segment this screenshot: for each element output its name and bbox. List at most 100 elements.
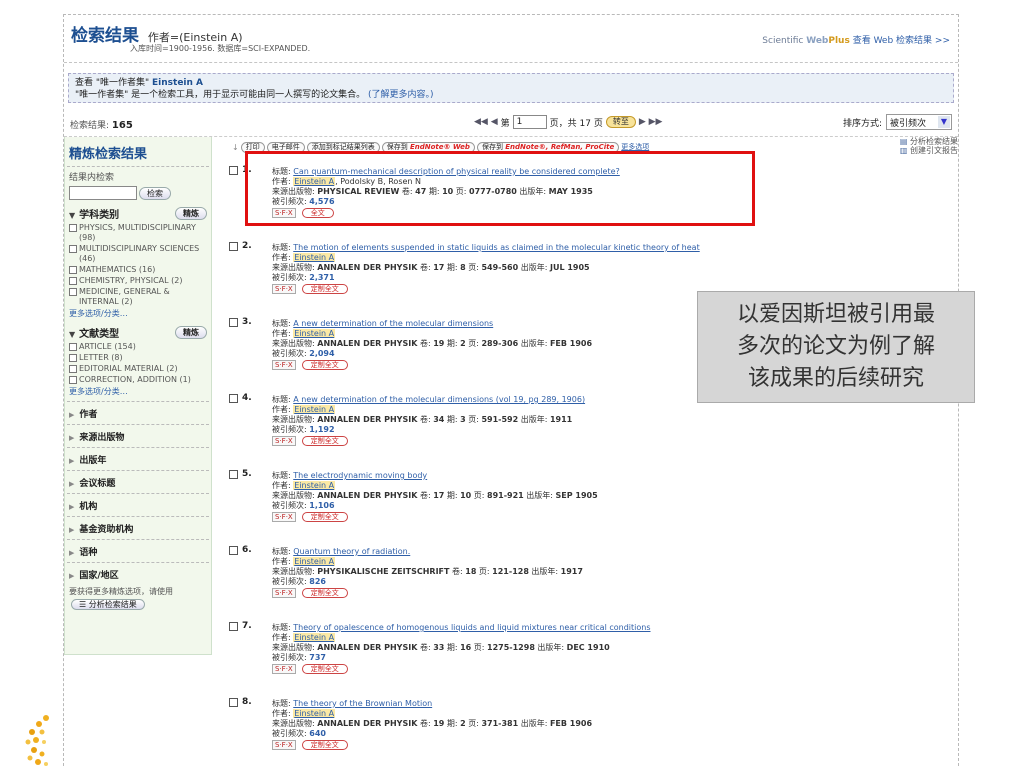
- checkbox[interactable]: [69, 365, 77, 373]
- issue-label: 期:: [444, 263, 461, 272]
- volume: 19: [433, 339, 445, 348]
- author-link[interactable]: Einstein A: [293, 253, 336, 262]
- year-label: 出版年:: [518, 263, 550, 272]
- facet-5[interactable]: ▶ 基金资助机构: [67, 516, 209, 539]
- sfx-button[interactable]: S·F·X: [272, 284, 296, 294]
- go-button[interactable]: 转至: [605, 116, 636, 128]
- search-within-button[interactable]: 检索: [139, 186, 171, 200]
- record-checkbox[interactable]: [229, 166, 238, 175]
- facet-6[interactable]: ▶ 语种: [67, 539, 209, 562]
- record-title-link[interactable]: Theory of opalescence of homogenous liqu…: [293, 623, 650, 632]
- checkbox[interactable]: [69, 376, 77, 384]
- facet-0[interactable]: ▶ 作者: [67, 401, 209, 424]
- record-title-link[interactable]: A new determination of the molecular dim…: [293, 319, 493, 328]
- author-link[interactable]: Einstein A: [293, 329, 336, 338]
- record-title-link[interactable]: A new determination of the molecular dim…: [293, 395, 585, 404]
- subject-section-header[interactable]: ▼ 学科类别 精炼: [69, 206, 207, 221]
- subject-checkbox[interactable]: MEDICINE, GENERAL & INTERNAL (2): [69, 287, 207, 307]
- doctype-section-header[interactable]: ▼ 文献类型 精炼: [69, 325, 207, 340]
- author-link[interactable]: Einstein A: [293, 557, 336, 566]
- checkbox[interactable]: [69, 277, 77, 285]
- sfx-button[interactable]: S·F·X: [272, 588, 296, 598]
- checkbox[interactable]: [69, 288, 77, 296]
- times-cited-link[interactable]: 1,106: [309, 501, 334, 510]
- fulltext-button[interactable]: 定制全文: [301, 436, 348, 446]
- times-cited-link[interactable]: 2,371: [309, 273, 334, 282]
- doctype-checkbox[interactable]: EDITORIAL MATERIAL (2): [69, 364, 207, 374]
- fulltext-button[interactable]: 定制全文: [301, 740, 348, 750]
- doctype-checkbox[interactable]: CORRECTION, ADDITION (1): [69, 375, 207, 385]
- record-checkbox[interactable]: [229, 242, 238, 251]
- record-cited-line: 被引频次: 2,371: [272, 273, 700, 283]
- author-set-link[interactable]: Einstein A: [152, 78, 203, 88]
- subject-checkbox[interactable]: MULTIDISCIPLINARY SCIENCES (46): [69, 244, 207, 264]
- facet-7[interactable]: ▶ 国家/地区: [67, 562, 209, 585]
- record-title-link[interactable]: Quantum theory of radiation.: [293, 547, 410, 556]
- fulltext-button[interactable]: 定制全文: [301, 588, 348, 598]
- fulltext-button[interactable]: 定制全文: [301, 360, 348, 370]
- next-last-page-icon[interactable]: ▶ ▶▶: [639, 117, 663, 127]
- record-title-link[interactable]: The motion of elements suspended in stat…: [293, 243, 699, 252]
- checkbox[interactable]: [69, 224, 77, 232]
- record-title-link[interactable]: The electrodynamic moving body: [293, 471, 427, 480]
- fulltext-button[interactable]: 定制全文: [301, 284, 348, 294]
- sfx-button[interactable]: S·F·X: [272, 436, 296, 446]
- record-checkbox[interactable]: [229, 470, 238, 479]
- times-cited-link[interactable]: 2,094: [309, 349, 334, 358]
- sort-select[interactable]: 被引频次 ▼: [886, 114, 952, 130]
- sfx-button[interactable]: S·F·X: [272, 664, 296, 674]
- subject-checkbox[interactable]: CHEMISTRY, PHYSICAL (2): [69, 276, 207, 286]
- facet-4[interactable]: ▶ 机构: [67, 493, 209, 516]
- webplus-link[interactable]: Scientific WebPlus 查看 Web 检索结果 >>: [762, 33, 950, 46]
- sfx-button[interactable]: S·F·X: [272, 512, 296, 522]
- fulltext-button[interactable]: 定制全文: [301, 512, 348, 522]
- sfx-button[interactable]: S·F·X: [272, 360, 296, 370]
- analyze-results-button[interactable]: ☰ 分析检索结果: [71, 599, 145, 610]
- checkbox[interactable]: [69, 266, 77, 274]
- fulltext-button[interactable]: 定制全文: [301, 664, 348, 674]
- times-cited-link[interactable]: 826: [309, 577, 326, 586]
- record-checkbox[interactable]: [229, 546, 238, 555]
- doctype-checkbox-label: LETTER (8): [79, 353, 123, 362]
- record-checkbox[interactable]: [229, 622, 238, 631]
- author-label: 作者:: [272, 557, 294, 566]
- citation-report-link[interactable]: ▥ 创建引文报告: [900, 146, 958, 155]
- record-checkbox[interactable]: [229, 394, 238, 403]
- times-cited-link[interactable]: 1,192: [309, 425, 334, 434]
- author-link[interactable]: Einstein A: [293, 405, 336, 414]
- more-subjects-link[interactable]: 更多选项/分类…: [69, 308, 207, 319]
- times-cited-link[interactable]: 640: [309, 729, 326, 738]
- first-prev-page-icon[interactable]: ◀◀ ◀: [474, 117, 498, 127]
- more-doctypes-link[interactable]: 更多选项/分类…: [69, 386, 207, 397]
- pages: 1275-1298: [487, 643, 535, 652]
- facet-1[interactable]: ▶ 来源出版物: [67, 424, 209, 447]
- search-within-input[interactable]: [69, 186, 137, 200]
- record-checkbox[interactable]: [229, 698, 238, 707]
- analyze-link[interactable]: ▤ 分析检索结果: [900, 137, 958, 146]
- record-title-link[interactable]: The theory of the Brownian Motion: [293, 699, 432, 708]
- record-checkbox[interactable]: [229, 318, 238, 327]
- facet-3[interactable]: ▶ 会议标题: [67, 470, 209, 493]
- author-link[interactable]: Einstein A: [293, 481, 336, 490]
- doctype-checkbox[interactable]: ARTICLE (154): [69, 342, 207, 352]
- refine-subject-button[interactable]: 精炼: [175, 207, 207, 220]
- checkbox[interactable]: [69, 245, 77, 253]
- page-number-input[interactable]: 1: [512, 115, 547, 129]
- author-link[interactable]: Einstein A: [293, 633, 336, 642]
- refine-doctype-button[interactable]: 精炼: [175, 326, 207, 339]
- times-cited-link[interactable]: 737: [309, 653, 326, 662]
- author-link[interactable]: Einstein A: [293, 709, 336, 718]
- checkbox[interactable]: [69, 343, 77, 351]
- learn-more-link[interactable]: (了解更多内容。): [368, 90, 434, 100]
- doctype-checkbox[interactable]: LETTER (8): [69, 353, 207, 363]
- subject-checkbox[interactable]: PHYSICS, MULTIDISCIPLINARY (98): [69, 223, 207, 243]
- checkbox[interactable]: [69, 354, 77, 362]
- facet-2[interactable]: ▶ 出版年: [67, 447, 209, 470]
- facet-label: 会议标题: [79, 479, 116, 489]
- record-source-line: 来源出版物: ANNALEN DER PHYSIK 卷: 19 期: 2 页: …: [272, 719, 592, 729]
- subject-checkbox-label: MULTIDISCIPLINARY SCIENCES (46): [79, 244, 200, 263]
- caret-right-icon: ▶: [69, 526, 75, 534]
- sfx-button[interactable]: S·F·X: [272, 740, 296, 750]
- subject-checkbox[interactable]: MATHEMATICS (16): [69, 265, 207, 275]
- author-label: 作者:: [272, 633, 294, 642]
